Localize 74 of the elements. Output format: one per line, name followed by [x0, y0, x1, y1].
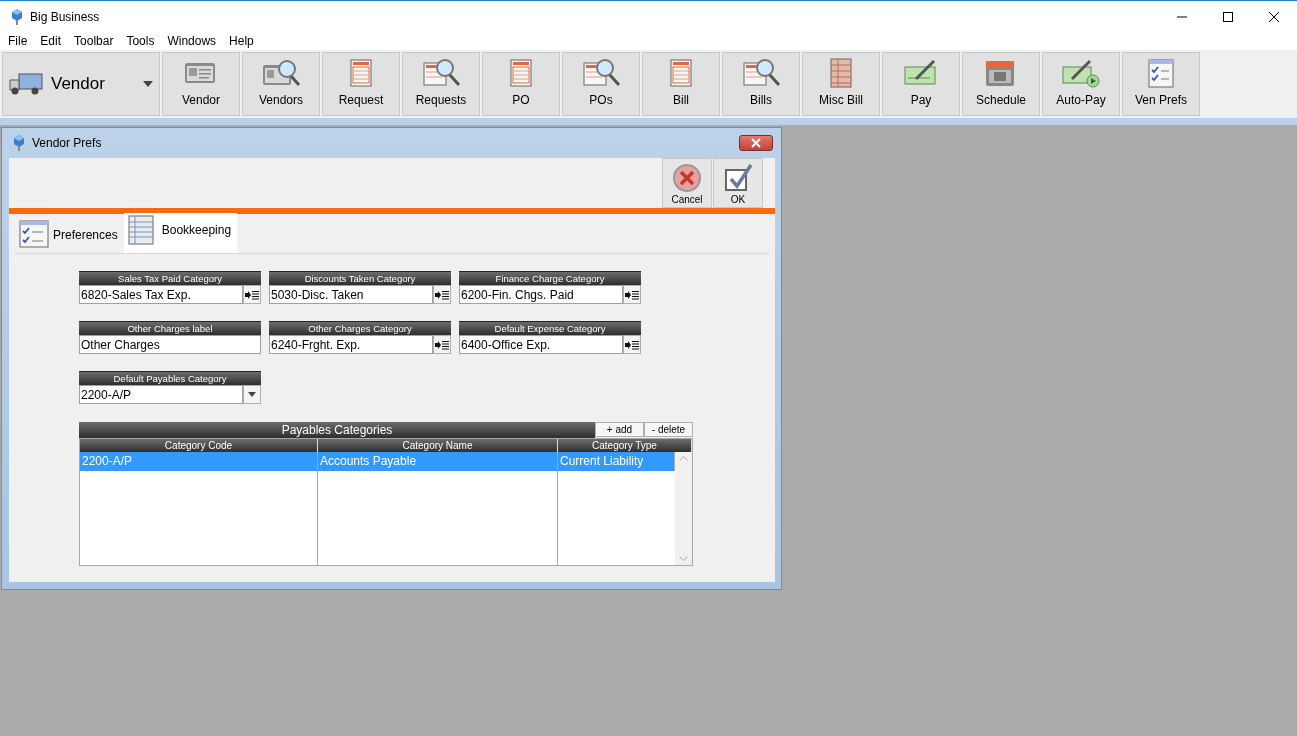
text-field[interactable]: 6200-Fin. Chgs. Paid	[459, 285, 623, 304]
list-arrow-icon	[435, 289, 449, 300]
column-header: Category Type	[558, 439, 692, 452]
list-arrow-icon	[625, 339, 639, 350]
cheque-play-icon	[1062, 57, 1100, 89]
toolbar-button[interactable]: POs	[562, 52, 640, 116]
toolbar-button[interactable]: PO	[482, 52, 560, 116]
lookup-button[interactable]	[243, 285, 261, 304]
toolbar-button[interactable]: Auto-Pay	[1042, 52, 1120, 116]
close-button[interactable]	[739, 135, 773, 151]
toolbar-button[interactable]: Request	[322, 52, 400, 116]
tab[interactable]: Preferences	[15, 217, 124, 253]
close-icon	[751, 138, 761, 148]
menu-item[interactable]: Edit	[40, 34, 62, 48]
app-icon	[10, 7, 24, 26]
column-header: Category Code	[80, 439, 318, 452]
dialog-button[interactable]: Cancel	[662, 158, 712, 208]
toolbar-button[interactable]: Misc Bill	[802, 52, 880, 116]
truck-icon	[9, 72, 43, 96]
form-search-icon	[422, 57, 460, 89]
list-arrow-icon	[245, 289, 259, 300]
close-icon[interactable]	[1268, 10, 1280, 23]
lookup-button[interactable]	[433, 285, 451, 304]
toolbar-button[interactable]: Schedule	[962, 52, 1040, 116]
dialog-title: Vendor Prefs	[32, 136, 103, 150]
toolbar-button[interactable]: Ven Prefs	[1122, 52, 1200, 116]
list-arrow-icon	[435, 339, 449, 350]
window-title: Big Business	[30, 9, 101, 24]
toolbar-button[interactable]: Vendors	[242, 52, 320, 116]
column-header: Category Name	[318, 439, 558, 452]
field-label: Other Charges label	[79, 321, 261, 335]
table-title: Payables Categories	[79, 422, 595, 438]
menu-item[interactable]: Windows	[167, 34, 217, 48]
toolbar-button[interactable]: Pay	[882, 52, 960, 116]
dropdown-field[interactable]: 2200-A/P	[79, 385, 243, 404]
table-action-button[interactable]: + add	[595, 422, 644, 437]
dialog-button[interactable]: OK	[713, 158, 763, 208]
toolbar-button[interactable]: Bill	[642, 52, 720, 116]
list-arrow-icon	[625, 289, 639, 300]
checkmark-icon	[723, 163, 753, 193]
maximize-icon[interactable]	[1222, 10, 1234, 23]
field-label: Discounts Taken Category	[269, 271, 451, 285]
field-label: Default Payables Category	[79, 371, 261, 385]
field-label: Other Charges Category	[269, 321, 451, 335]
toolbar-button[interactable]: Vendor	[162, 52, 240, 116]
cancel-icon	[672, 163, 702, 193]
caret-icon	[143, 81, 153, 87]
scrollbar[interactable]	[675, 452, 692, 565]
text-field[interactable]: 6240-Frght. Exp.	[269, 335, 433, 354]
module-selector[interactable]: Vendor	[2, 52, 160, 116]
lookup-button[interactable]	[623, 285, 641, 304]
field-label: Finance Charge Category	[459, 271, 641, 285]
toolbar-button[interactable]: Requests	[402, 52, 480, 116]
menu-item[interactable]: Toolbar	[74, 34, 114, 48]
toolbar-button[interactable]: Bills	[722, 52, 800, 116]
text-field[interactable]: 5030-Disc. Taken	[269, 285, 433, 304]
text-field[interactable]: Other Charges	[79, 335, 261, 354]
checklist-icon	[19, 220, 49, 250]
app-icon	[12, 134, 26, 152]
menu-item[interactable]: Help	[229, 34, 254, 48]
form-search-icon	[582, 57, 620, 89]
menu-item[interactable]: Tools	[126, 34, 155, 48]
caret-icon	[248, 392, 256, 397]
tab[interactable]: Bookkeeping	[123, 213, 238, 253]
form-search-icon	[742, 57, 780, 89]
table-action-button[interactable]: - delete	[644, 422, 693, 437]
menu-item[interactable]: File	[8, 34, 28, 48]
lookup-button[interactable]	[433, 335, 451, 354]
lookup-button[interactable]	[623, 335, 641, 354]
field-label: Default Expense Category	[459, 321, 641, 335]
text-field[interactable]: 6400-Office Exp.	[459, 335, 623, 354]
field-label: Sales Tax Paid Category	[79, 271, 261, 285]
dropdown-button[interactable]	[243, 385, 261, 404]
text-field[interactable]: 6820-Sales Tax Exp.	[79, 285, 243, 304]
